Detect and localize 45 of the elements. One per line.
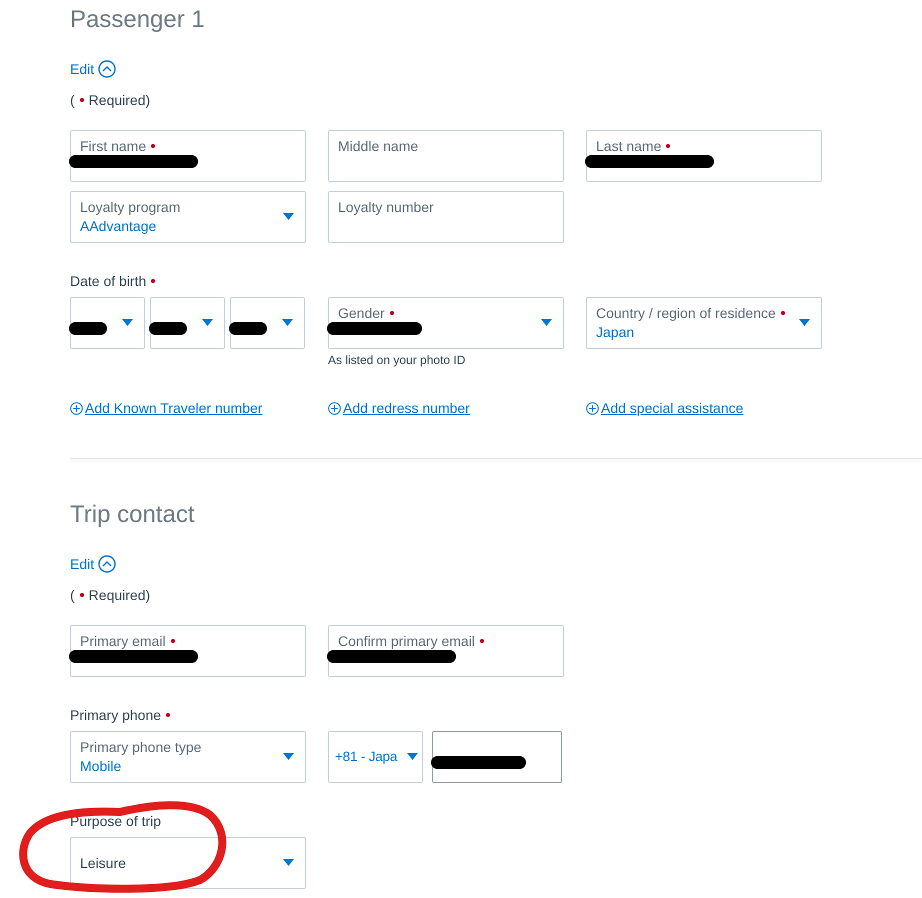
section-title: Trip contact	[70, 500, 194, 530]
input-field[interactable]: Middle name	[328, 130, 564, 182]
plus-circle-icon	[586, 402, 599, 414]
required-note: Required)	[88, 586, 150, 605]
input-field[interactable]: Confirm primary email	[328, 625, 564, 677]
caret-icon	[283, 753, 294, 760]
group-label: Purpose of trip	[70, 812, 162, 831]
add-link[interactable]: Add special assistance	[586, 398, 744, 418]
hint-text: As listed on your photo ID	[328, 352, 466, 368]
required-dot	[80, 593, 84, 597]
input-field[interactable]: Last name	[586, 130, 822, 182]
caret-icon	[407, 753, 418, 760]
dropdown-field[interactable]	[150, 297, 225, 349]
caret-icon	[282, 319, 293, 326]
caret-icon	[283, 213, 294, 220]
add-link[interactable]: Add redress number	[328, 398, 470, 418]
group-label: Date of birth	[70, 272, 146, 291]
paren-text: (	[70, 586, 75, 605]
dropdown-field[interactable]: Gender	[328, 297, 564, 349]
caret-icon	[283, 859, 294, 866]
caret-icon	[799, 319, 810, 326]
dropdown-field[interactable]: +81 - Japa	[328, 731, 423, 783]
caret-icon	[122, 319, 133, 326]
plus-circle-icon	[70, 402, 83, 414]
caret-icon	[202, 319, 213, 326]
input-field[interactable]: First name	[70, 130, 306, 182]
required-dot	[80, 98, 84, 102]
required-note: Required)	[88, 91, 150, 110]
dropdown-field[interactable]	[230, 297, 305, 349]
add-link[interactable]: Add Known Traveler number	[70, 398, 262, 418]
paren-text: (	[70, 91, 75, 110]
edit-link[interactable]: Edit	[70, 59, 116, 79]
input-field[interactable]	[432, 731, 562, 783]
edit-link[interactable]: Edit	[70, 554, 116, 574]
caret-icon	[541, 319, 552, 326]
dropdown-field[interactable]: Country / region of residence Japan	[586, 297, 822, 349]
dropdown-field[interactable]: Leisure	[70, 837, 306, 889]
dropdown-field[interactable]: Primary phone type Mobile	[70, 731, 306, 783]
input-field[interactable]: Primary email	[70, 625, 306, 677]
group-label: Primary phone	[70, 706, 162, 725]
section-title: Passenger 1	[70, 5, 205, 35]
input-field[interactable]: Loyalty number	[328, 191, 564, 243]
dropdown-field[interactable]	[70, 297, 145, 349]
plus-circle-icon	[328, 402, 341, 414]
dropdown-field[interactable]: Loyalty program AAdvantage	[70, 191, 306, 243]
